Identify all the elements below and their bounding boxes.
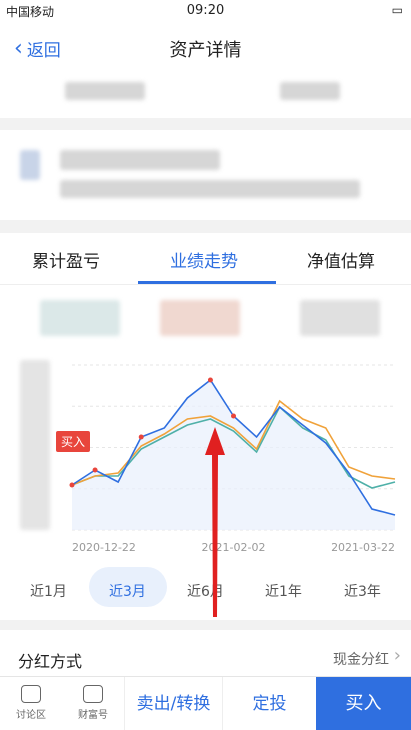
tab-cumulative[interactable]: 累计盈亏 [32, 247, 100, 272]
fixed-invest-button[interactable]: 定投 [222, 677, 316, 730]
range-1y[interactable]: 近1年 [265, 581, 302, 601]
fortune-label: 财富号 [78, 710, 108, 721]
forum-button[interactable]: 讨论区 [0, 685, 62, 721]
blurred-logo [20, 150, 40, 180]
buy-point [69, 482, 75, 488]
tab-performance[interactable]: 业绩走势 [170, 247, 238, 272]
status-time: 09:20 [186, 3, 225, 18]
tab-nav-estimate[interactable]: 净值估算 [307, 247, 375, 272]
buy-button[interactable]: 买入 [316, 677, 411, 730]
tab-bar: 累计盈亏 业绩走势 净值估算 [0, 233, 411, 285]
dividend-label: 分红方式 [18, 652, 83, 671]
battery-icon: ▭ [391, 3, 403, 17]
chat-icon [21, 685, 41, 703]
chevron-right-icon: › [393, 645, 401, 666]
dividend-value: 现金分红 [333, 652, 389, 668]
dividend-row[interactable]: 分红方式 现金分红 › [0, 630, 411, 676]
range-3m[interactable]: 近3月 [109, 581, 146, 601]
buy-point [138, 434, 144, 440]
status-bar: 中国移动 09:20 ▭ [0, 0, 411, 22]
tab-underline [138, 281, 276, 284]
bottom-action-bar: 讨论区 财富号 卖出/转换 定投 买入 [0, 676, 411, 730]
range-1m[interactable]: 近1月 [30, 581, 67, 601]
x-tick-label: 2021-03-22 [331, 541, 395, 554]
blurred-text [65, 82, 145, 100]
fortune-button[interactable]: 财富号 [62, 685, 124, 721]
buy-marker-tag: 买入 [56, 431, 91, 452]
buy-point [207, 377, 213, 383]
range-3y[interactable]: 近3年 [344, 581, 381, 601]
red-arrow-annotation [205, 427, 225, 617]
x-tick-label: 2020-12-22 [72, 541, 136, 554]
nav-bar: ‹ 返回 资产详情 [0, 22, 411, 74]
blurred-text [280, 82, 340, 100]
blurred-text [60, 150, 220, 170]
series-area [72, 380, 395, 530]
blurred-text [60, 180, 360, 198]
buy-point [231, 413, 236, 419]
sell-convert-button[interactable]: 卖出/转换 [124, 677, 222, 730]
forum-label: 讨论区 [16, 710, 46, 721]
fund-info-card[interactable] [0, 130, 411, 220]
page-title: 资产详情 [169, 40, 242, 61]
buy-point [92, 467, 98, 473]
shop-icon [83, 685, 103, 703]
blurred-summary-card [0, 74, 411, 118]
